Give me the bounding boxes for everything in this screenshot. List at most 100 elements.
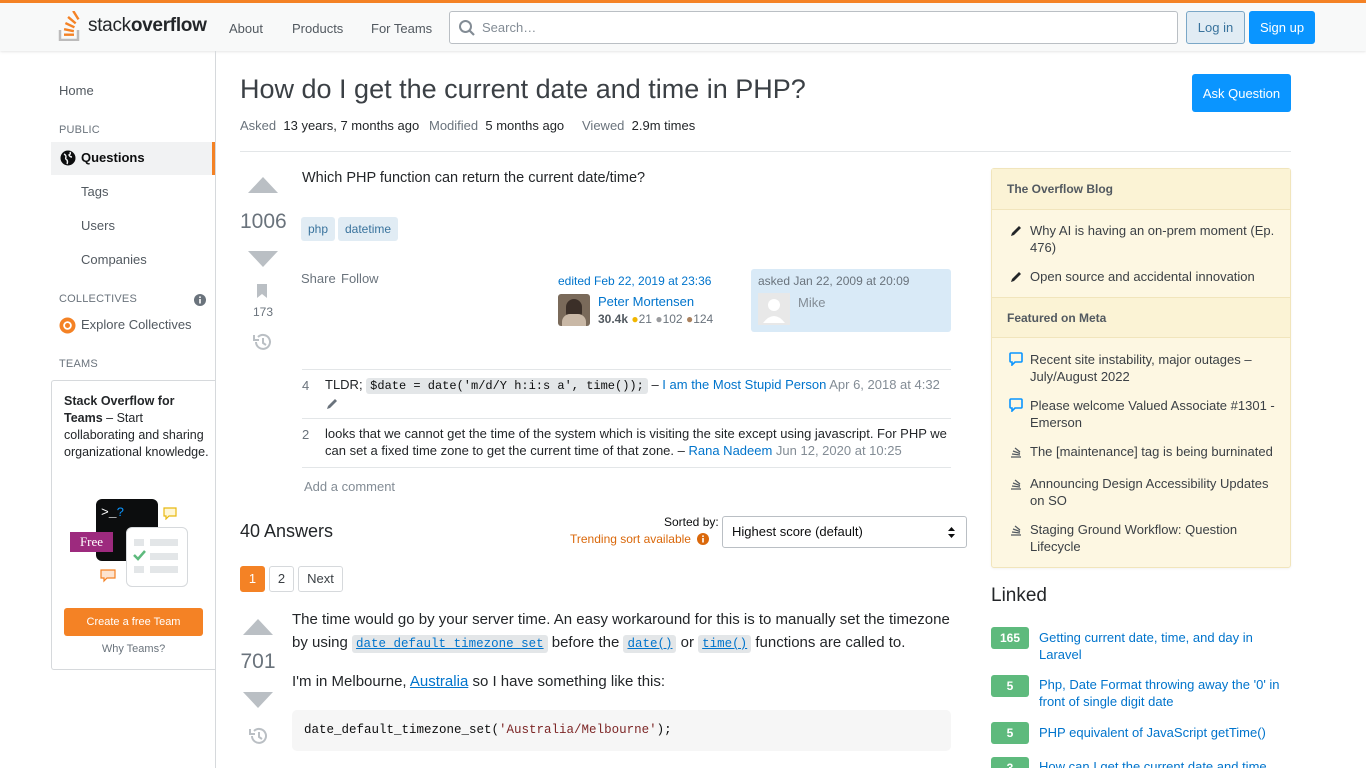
meta-item[interactable]: Staging Ground Workflow: Question Lifecy… <box>1030 521 1280 555</box>
modified-meta: Modified 5 months ago <box>429 118 565 133</box>
linked-question[interactable]: PHP equivalent of JavaScript getTime() <box>1039 724 1289 741</box>
page-2-button[interactable]: 2 <box>269 566 294 592</box>
question-vote-count: 1006 <box>240 210 287 233</box>
globe-icon <box>60 150 76 166</box>
upvote-arrow-icon[interactable] <box>243 619 273 635</box>
downvote-arrow-icon[interactable] <box>248 251 278 267</box>
stack-icon <box>1011 447 1021 458</box>
sidebar-item-users[interactable]: Users <box>81 218 115 233</box>
search-input[interactable] <box>482 12 1162 43</box>
blog-item[interactable]: Open source and accidental innovation <box>1030 268 1280 285</box>
meta-item[interactable]: Please welcome Valued Associate #1301 - … <box>1030 397 1280 431</box>
avatar[interactable] <box>558 294 590 326</box>
history-icon[interactable] <box>252 333 272 351</box>
asker-card: asked Jan 22, 2009 at 20:09 Mike <box>751 269 951 332</box>
sorted-by-label: Sorted by: <box>664 515 719 529</box>
comment-score: 2 <box>302 427 310 442</box>
pencil-icon <box>1011 226 1021 236</box>
meta-item[interactable]: The [maintenance] tag is being burninate… <box>1030 443 1280 460</box>
australia-link[interactable]: Australia <box>410 673 468 690</box>
asked-timestamp: asked Jan 22, 2009 at 20:09 <box>758 274 910 288</box>
blog-heading: The Overflow Blog <box>992 169 1290 210</box>
linked-heading: Linked <box>991 585 1047 606</box>
editor-reputation: 30.4k ●21 ●102 ●124 <box>598 312 714 326</box>
comment-score: 4 <box>302 378 310 393</box>
answers-count: 40 Answers <box>240 521 334 541</box>
blog-item[interactable]: Why AI is having an on-prem moment (Ep. … <box>1030 222 1280 256</box>
downvote-arrow-icon[interactable] <box>243 692 273 708</box>
comment-item: 2 looks that we cannot get the time of t… <box>302 418 951 468</box>
chat-bubble-icon <box>100 569 116 583</box>
page-1-button[interactable]: 1 <box>240 566 265 592</box>
asked-meta: Asked 13 years, 7 months ago <box>240 118 420 133</box>
teams-promo-text: Stack Overflow for Teams – Start collabo… <box>64 394 209 459</box>
chat-icon <box>1009 352 1023 366</box>
ask-question-button[interactable]: Ask Question <box>1192 74 1291 112</box>
linked-score[interactable]: 3 <box>991 757 1029 768</box>
stack-icon <box>1011 479 1021 490</box>
meta-item[interactable]: Recent site instability, major outages –… <box>1030 351 1280 385</box>
answer-vote-count: 701 <box>240 650 276 673</box>
linked-score[interactable]: 5 <box>991 675 1029 697</box>
sidebar-heading-collectives: COLLECTIVES <box>59 293 138 305</box>
meta-item[interactable]: Announcing Design Accessibility Updates … <box>1030 475 1280 509</box>
nav-about[interactable]: About <box>229 15 263 43</box>
meta-heading: Featured on Meta <box>992 297 1290 338</box>
comment-user[interactable]: Rana Nadeem <box>688 443 772 458</box>
stack-icon <box>1011 525 1021 536</box>
info-icon[interactable] <box>194 294 206 306</box>
sort-select[interactable]: Highest score (default) <box>722 516 967 548</box>
next-page-button[interactable]: Next <box>298 566 343 592</box>
why-teams-link[interactable]: Why Teams? <box>52 643 215 655</box>
comment-user[interactable]: I am the Most Stupid Person <box>662 377 826 392</box>
sidebar-item-home[interactable]: Home <box>59 83 94 98</box>
tag-php[interactable]: php <box>301 217 336 241</box>
chat-bubble-icon <box>163 507 177 520</box>
code-link[interactable]: date_default_timezone_set <box>352 635 548 653</box>
code-link[interactable]: time() <box>698 635 752 653</box>
sidebar-item-tags[interactable]: Tags <box>81 184 108 199</box>
viewed-meta: Viewed 2.9m times <box>582 118 696 133</box>
collectives-icon <box>59 317 76 334</box>
linked-question[interactable]: Getting current date, time, and day in L… <box>1039 629 1289 663</box>
code-link[interactable]: date() <box>623 635 677 653</box>
history-icon[interactable] <box>248 727 268 745</box>
linked-score[interactable]: 165 <box>991 627 1029 649</box>
nav-products[interactable]: Products <box>292 15 343 43</box>
answer-paragraph: I'm in Melbourne, Australia so I have so… <box>292 673 666 690</box>
create-team-button[interactable]: Create a free Team <box>64 608 203 636</box>
asker-name[interactable]: Mike <box>798 295 825 310</box>
teams-illustration: >_? Free <box>70 499 190 589</box>
share-link[interactable]: Share <box>301 271 336 286</box>
answer-paragraph: The time would go by your server time. A… <box>292 611 950 653</box>
nav-for-teams[interactable]: For Teams <box>371 15 432 43</box>
topbar: stackoverflow About Products For Teams L… <box>0 0 1366 51</box>
edit-pencil-icon[interactable] <box>325 397 339 411</box>
logo[interactable]: stackoverflow <box>58 9 207 43</box>
add-comment-link[interactable]: Add a comment <box>304 479 395 494</box>
trending-sort-link[interactable]: Trending sort available <box>570 532 710 546</box>
upvote-arrow-icon[interactable] <box>248 177 278 193</box>
follow-link[interactable]: Follow <box>341 271 379 286</box>
login-button[interactable]: Log in <box>1186 11 1245 44</box>
comment-text: looks that we cannot get the time of the… <box>325 426 947 458</box>
info-icon <box>697 533 710 545</box>
edited-timestamp[interactable]: edited Feb 22, 2019 at 23:36 <box>558 274 711 288</box>
bookmark-count: 173 <box>252 305 274 319</box>
sidebar-item-questions[interactable]: Questions <box>51 142 215 175</box>
linked-question[interactable]: Php, Date Format throwing away the '0' i… <box>1039 676 1289 710</box>
sidebar-heading-public: PUBLIC <box>59 124 100 136</box>
sort-selected-value: Highest score (default) <box>732 524 863 539</box>
signup-button[interactable]: Sign up <box>1249 11 1315 44</box>
linked-question[interactable]: How can I get the current date and time <box>1039 758 1289 768</box>
tag-datetime[interactable]: datetime <box>338 217 399 241</box>
linked-score[interactable]: 5 <box>991 722 1029 744</box>
sidebar-item-companies[interactable]: Companies <box>81 252 147 267</box>
editor-name[interactable]: Peter Mortensen <box>598 294 694 309</box>
bookmark-icon[interactable] <box>256 283 268 299</box>
divider <box>240 151 1291 152</box>
comment-text: TLDR; $date = date('m/d/Y h:i:s a', time… <box>325 377 940 394</box>
question-title[interactable]: How do I get the current date and time i… <box>240 74 806 105</box>
avatar[interactable] <box>758 293 790 325</box>
sidebar-heading-teams: TEAMS <box>59 358 98 370</box>
